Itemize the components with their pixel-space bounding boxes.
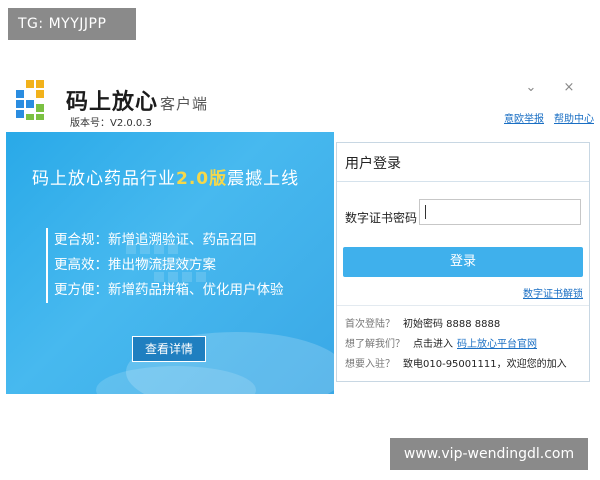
close-icon[interactable]: × bbox=[562, 80, 576, 95]
app-title-main: 码上放心 bbox=[66, 90, 159, 115]
feature-item: 更方便：新增药品拼箱、优化用户体验 bbox=[54, 282, 284, 298]
info-answer: 初始密码 8888 8888 bbox=[403, 319, 501, 330]
report-link[interactable]: 意欧举报 bbox=[504, 110, 544, 125]
banner-headline: 码上放心药品行业2.0版震撼上线 bbox=[32, 164, 299, 189]
cert-password-input[interactable] bbox=[419, 199, 581, 225]
official-site-link[interactable]: 码上放心平台官网 bbox=[457, 339, 537, 350]
help-center-link[interactable]: 帮助中心 bbox=[554, 110, 594, 125]
watermark-bottom: www.vip-wendingdl.com bbox=[390, 438, 588, 470]
info-question: 想要入驻？ bbox=[345, 359, 395, 370]
app-logo-icon bbox=[16, 80, 44, 120]
cert-unlock-link[interactable]: 数字证书解锁 bbox=[523, 285, 583, 300]
headline-prefix: 码上放心药品行业 bbox=[32, 169, 176, 189]
chevron-down-icon[interactable]: ⌄ bbox=[524, 80, 538, 95]
view-details-button[interactable]: 查看详情 bbox=[132, 336, 206, 362]
watermark-top: TG: MYYJJPP bbox=[8, 8, 136, 40]
divider bbox=[337, 181, 589, 182]
headline-suffix: 震撼上线 bbox=[227, 169, 300, 189]
login-title: 用户登录 bbox=[345, 156, 401, 172]
feature-list: 更合规：新增追溯验证、药品召回 更高效：推出物流提效方案 更方便：新增药品拼箱、… bbox=[46, 228, 284, 303]
app-subtitle: 客户端 bbox=[160, 95, 209, 113]
info-question: 首次登陆？ bbox=[345, 319, 395, 330]
info-question: 想了解我们？ bbox=[345, 339, 405, 350]
info-row-learn-more: 想了解我们？ 点击进入 码上放心平台官网 bbox=[345, 335, 537, 350]
text-cursor bbox=[425, 205, 426, 219]
app-window: 码上放心 客户端 版本号：V2.0.0.3 ⌄ × 意欧举报 帮助中心 码上放心药… bbox=[6, 68, 594, 398]
info-answer: 致电010-95001111，欢迎您的加入 bbox=[403, 359, 567, 370]
app-title: 码上放心 客户端 bbox=[66, 84, 208, 116]
info-row-join: 想要入驻？ 致电010-95001111，欢迎您的加入 bbox=[345, 355, 567, 370]
promo-banner: 码上放心药品行业2.0版震撼上线 更合规：新增追溯验证、药品召回 更高效：推出物… bbox=[6, 132, 334, 394]
login-panel: 用户登录 数字证书密码 登录 数字证书解锁 首次登陆？ 初始密码 8888 888… bbox=[336, 142, 590, 382]
cert-password-label: 数字证书密码 bbox=[345, 211, 418, 225]
login-button[interactable]: 登录 bbox=[343, 247, 583, 277]
info-row-first-login: 首次登陆？ 初始密码 8888 8888 bbox=[345, 315, 500, 330]
headline-highlight: 2.0版 bbox=[176, 169, 228, 189]
feature-item: 更高效：推出物流提效方案 bbox=[54, 257, 216, 273]
feature-item: 更合规：新增追溯验证、药品召回 bbox=[54, 232, 257, 248]
title-bar: 码上放心 客户端 版本号：V2.0.0.3 ⌄ × 意欧举报 帮助中心 bbox=[6, 68, 594, 129]
version-label: 版本号：V2.0.0.3 bbox=[70, 118, 152, 129]
divider bbox=[337, 305, 589, 306]
info-answer: 点击进入 bbox=[413, 339, 453, 350]
